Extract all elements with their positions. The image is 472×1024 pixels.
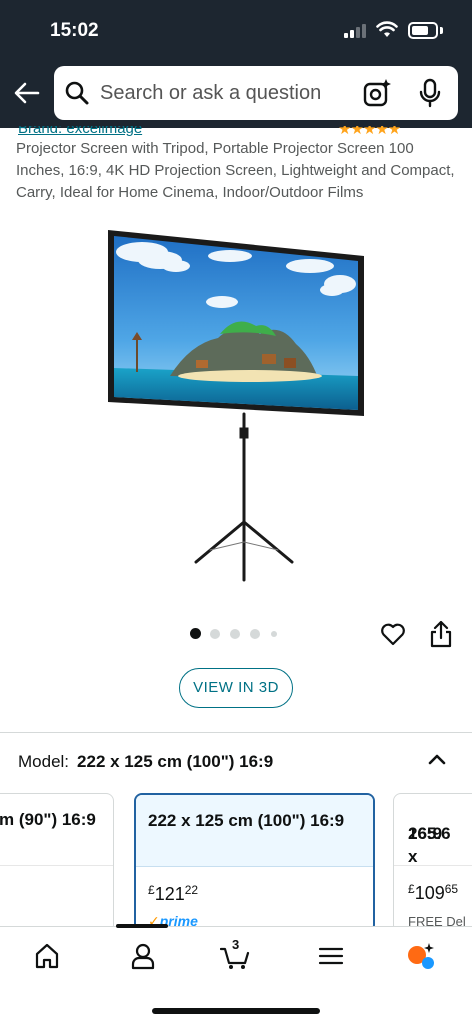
carousel-dot[interactable]	[210, 629, 220, 639]
search-header: Search or ask a question	[0, 58, 472, 128]
search-icon	[65, 81, 89, 105]
variant-price: £12122	[148, 883, 199, 904]
search-placeholder: Search or ask a question	[100, 82, 322, 104]
back-arrow-icon[interactable]	[12, 78, 42, 108]
product-image[interactable]	[100, 226, 372, 586]
model-label: Model:	[18, 752, 70, 771]
battery-icon	[408, 22, 438, 39]
variant-card-header: 265.6 x 16:9	[394, 794, 472, 866]
view-in-3d-button[interactable]: VIEW IN 3D	[179, 668, 293, 708]
share-icon[interactable]	[428, 619, 454, 649]
cart-count-badge: 3	[232, 937, 240, 952]
carousel-dot[interactable]	[250, 629, 260, 639]
alexa-icon[interactable]	[406, 941, 436, 971]
status-bar: 15:02	[0, 0, 472, 58]
model-selector-row[interactable]: Model: 222 x 125 cm (100") 16:9	[18, 752, 273, 772]
cellular-signal-icon	[344, 24, 366, 38]
carousel-dot-active[interactable]	[190, 628, 201, 639]
variant-name: 222 x 125 cm (100") 16:9	[148, 811, 345, 830]
model-value: 222 x 125 cm (100") 16:9	[77, 752, 274, 771]
heart-icon[interactable]	[379, 620, 407, 648]
battery-cap	[440, 27, 443, 34]
tripod	[194, 412, 294, 582]
account-icon[interactable]	[128, 941, 158, 971]
carousel-dot[interactable]	[230, 629, 240, 639]
status-time: 15:02	[50, 20, 99, 41]
menu-icon[interactable]	[316, 941, 346, 971]
variant-card[interactable]: 265.6 x 16:9 £10965 FREE Del	[393, 793, 472, 933]
active-tab-indicator	[116, 924, 168, 928]
chevron-up-icon[interactable]	[426, 748, 448, 770]
variant-card-selected[interactable]: 222 x 125 cm (100") 16:9 £12122 ✓prime	[134, 793, 375, 933]
carousel-dot[interactable]	[271, 631, 277, 637]
variant-card[interactable]: m (90") 16:9	[0, 793, 114, 933]
microphone-icon[interactable]	[418, 78, 442, 108]
variant-name: m (90") 16:9	[0, 810, 96, 829]
camera-lens-icon[interactable]	[362, 78, 392, 108]
variant-card-header: 222 x 125 cm (100") 16:9	[136, 795, 373, 867]
variant-card-header: m (90") 16:9	[0, 794, 113, 866]
image-carousel-dots	[190, 627, 290, 641]
wifi-icon	[376, 21, 398, 37]
product-title: Projector Screen with Tripod, Portable P…	[16, 140, 455, 201]
variant-price: £10965	[408, 882, 459, 903]
section-divider	[0, 732, 472, 733]
home-indicator	[152, 1008, 320, 1014]
home-icon[interactable]	[32, 941, 62, 971]
search-input[interactable]: Search or ask a question	[54, 66, 458, 120]
